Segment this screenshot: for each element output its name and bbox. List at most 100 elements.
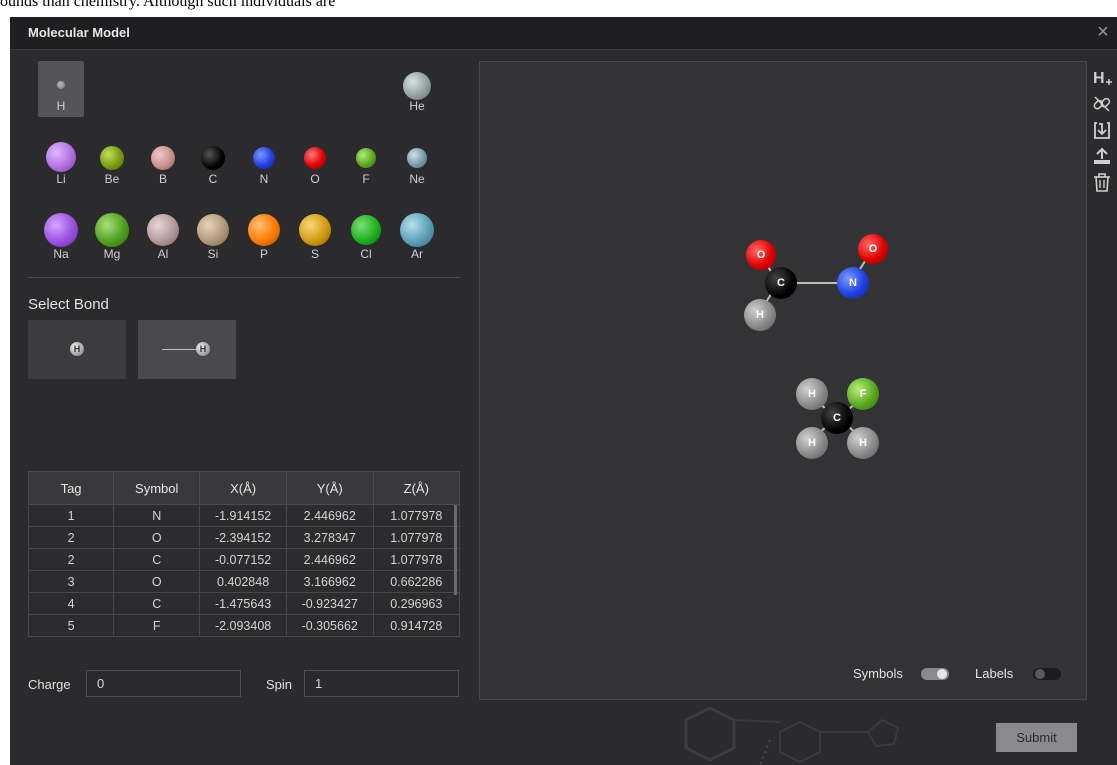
cell-x: -1.475643 (199, 592, 287, 615)
element-symbol: F (362, 172, 370, 186)
cell-x: -1.914152 (199, 504, 287, 527)
element-ball-N (253, 147, 275, 169)
element-ball-Ne (407, 148, 427, 168)
element-ball-F (356, 148, 376, 168)
element-Li[interactable]: Li (38, 134, 84, 190)
element-ball-He (403, 72, 431, 100)
bond-option-single[interactable]: H (138, 320, 236, 379)
atom-carbon[interactable]: C (765, 267, 797, 299)
element-ball-H (57, 81, 65, 89)
cell-tag: 4 (27, 592, 115, 615)
spin-input[interactable]: 1 (304, 670, 459, 697)
svg-text:H: H (1093, 70, 1105, 87)
cell-x: -2.093408 (199, 614, 287, 637)
table-row[interactable]: 3 O 0.402848 3.166962 0.662286 (27, 570, 461, 593)
cell-x: 0.402848 (199, 570, 287, 593)
bond-option-none[interactable]: H (28, 320, 126, 379)
element-Cl[interactable]: Cl (343, 209, 389, 265)
element-Be[interactable]: Be (89, 134, 135, 190)
element-symbol: P (259, 247, 268, 261)
element-S[interactable]: S (292, 209, 338, 265)
unlink-icon[interactable] (1091, 93, 1113, 115)
element-Ne[interactable]: Ne (394, 134, 440, 190)
element-symbol: Cl (360, 247, 372, 261)
element-F[interactable]: F (343, 134, 389, 190)
spin-label: Spin (266, 677, 293, 692)
table-row[interactable]: 4 C -1.475643 -0.923427 0.296963 (27, 592, 461, 615)
cell-tag: 2 (27, 548, 115, 571)
labels-toggle-label: Labels (975, 666, 1014, 681)
atom-hydrogen[interactable]: H (847, 427, 879, 459)
symbols-toggle[interactable] (921, 668, 949, 680)
cell-y: 3.278347 (285, 526, 374, 549)
charge-input[interactable]: 0 (86, 670, 241, 697)
element-N[interactable]: N (241, 134, 287, 190)
element-symbol: Mg (103, 247, 121, 261)
hydrogen-badge-icon: H (196, 342, 210, 356)
add-hydrogen-icon[interactable]: H (1091, 67, 1113, 89)
cell-y: 2.446962 (285, 548, 374, 571)
element-symbol: Be (104, 172, 120, 186)
element-C[interactable]: C (190, 134, 236, 190)
element-ball-S (299, 214, 331, 246)
table-scrollbar[interactable] (454, 505, 457, 595)
bond-lines (762, 257, 868, 436)
element-ball-Na (44, 213, 78, 247)
close-icon[interactable]: × (1091, 19, 1115, 45)
cell-y: -0.305662 (285, 614, 374, 637)
element-H[interactable]: H (38, 61, 84, 117)
element-ball-Si (197, 214, 229, 246)
column-header-tag: Tag (27, 471, 115, 505)
element-He[interactable]: He (394, 61, 440, 117)
trash-icon[interactable] (1091, 171, 1113, 193)
cell-symbol: O (113, 526, 201, 549)
cell-z: 1.077978 (372, 504, 461, 527)
cell-tag: 5 (27, 614, 115, 637)
table-row[interactable]: 2 O -2.394152 3.278347 1.077978 (27, 526, 461, 549)
import-icon[interactable] (1091, 119, 1113, 141)
select-bond-title: Select Bond (28, 296, 109, 313)
element-Mg[interactable]: Mg (89, 209, 135, 265)
atom-hydrogen[interactable]: H (796, 427, 828, 459)
cell-z: 1.077978 (372, 526, 461, 549)
atom-fluorine[interactable]: F (847, 378, 879, 410)
table-row[interactable]: 5 F -2.093408 -0.305662 0.914728 (27, 614, 461, 637)
toggle-knob (937, 669, 947, 679)
labels-toggle[interactable] (1033, 668, 1061, 680)
element-symbol: Si (207, 247, 219, 261)
charge-label: Charge (28, 677, 71, 692)
element-ball-O (304, 147, 326, 169)
upload-icon[interactable] (1091, 145, 1113, 167)
symbols-toggle-label: Symbols (853, 666, 903, 681)
element-ball-B (151, 146, 175, 170)
atom-hydrogen[interactable]: H (796, 378, 828, 410)
element-ball-P (248, 214, 280, 246)
atom-hydrogen[interactable]: H (744, 299, 776, 331)
element-Si[interactable]: Si (190, 209, 236, 265)
cell-x: -2.394152 (199, 526, 287, 549)
column-header-z: Z(Å) (372, 471, 461, 505)
element-O[interactable]: O (292, 134, 338, 190)
element-Na[interactable]: Na (38, 209, 84, 265)
molecule-viewer[interactable]: O C H O N H F C H H Symbols Labels (479, 61, 1087, 700)
cell-tag: 1 (27, 504, 115, 527)
cell-y: -0.923427 (285, 592, 374, 615)
atom-carbon[interactable]: C (821, 402, 853, 434)
title-bar: Molecular Model × (10, 17, 1117, 50)
element-ball-Ar (400, 213, 434, 247)
cell-symbol: O (113, 570, 201, 593)
table-row[interactable]: 1 N -1.914152 2.446962 1.077978 (27, 504, 461, 527)
element-P[interactable]: P (241, 209, 287, 265)
atom-nitrogen[interactable]: N (837, 267, 869, 299)
atom-oxygen[interactable]: O (858, 234, 888, 264)
element-Al[interactable]: Al (140, 209, 186, 265)
element-Ar[interactable]: Ar (394, 209, 440, 265)
toggle-knob (1035, 669, 1045, 679)
element-B[interactable]: B (140, 134, 186, 190)
cell-symbol: N (113, 504, 201, 527)
submit-button[interactable]: Submit (996, 723, 1077, 752)
table-row[interactable]: 2 C -0.077152 2.446962 1.077978 (27, 548, 461, 571)
cell-z: 0.914728 (372, 614, 461, 637)
element-symbol: H (56, 99, 66, 113)
atom-oxygen[interactable]: O (746, 240, 776, 270)
